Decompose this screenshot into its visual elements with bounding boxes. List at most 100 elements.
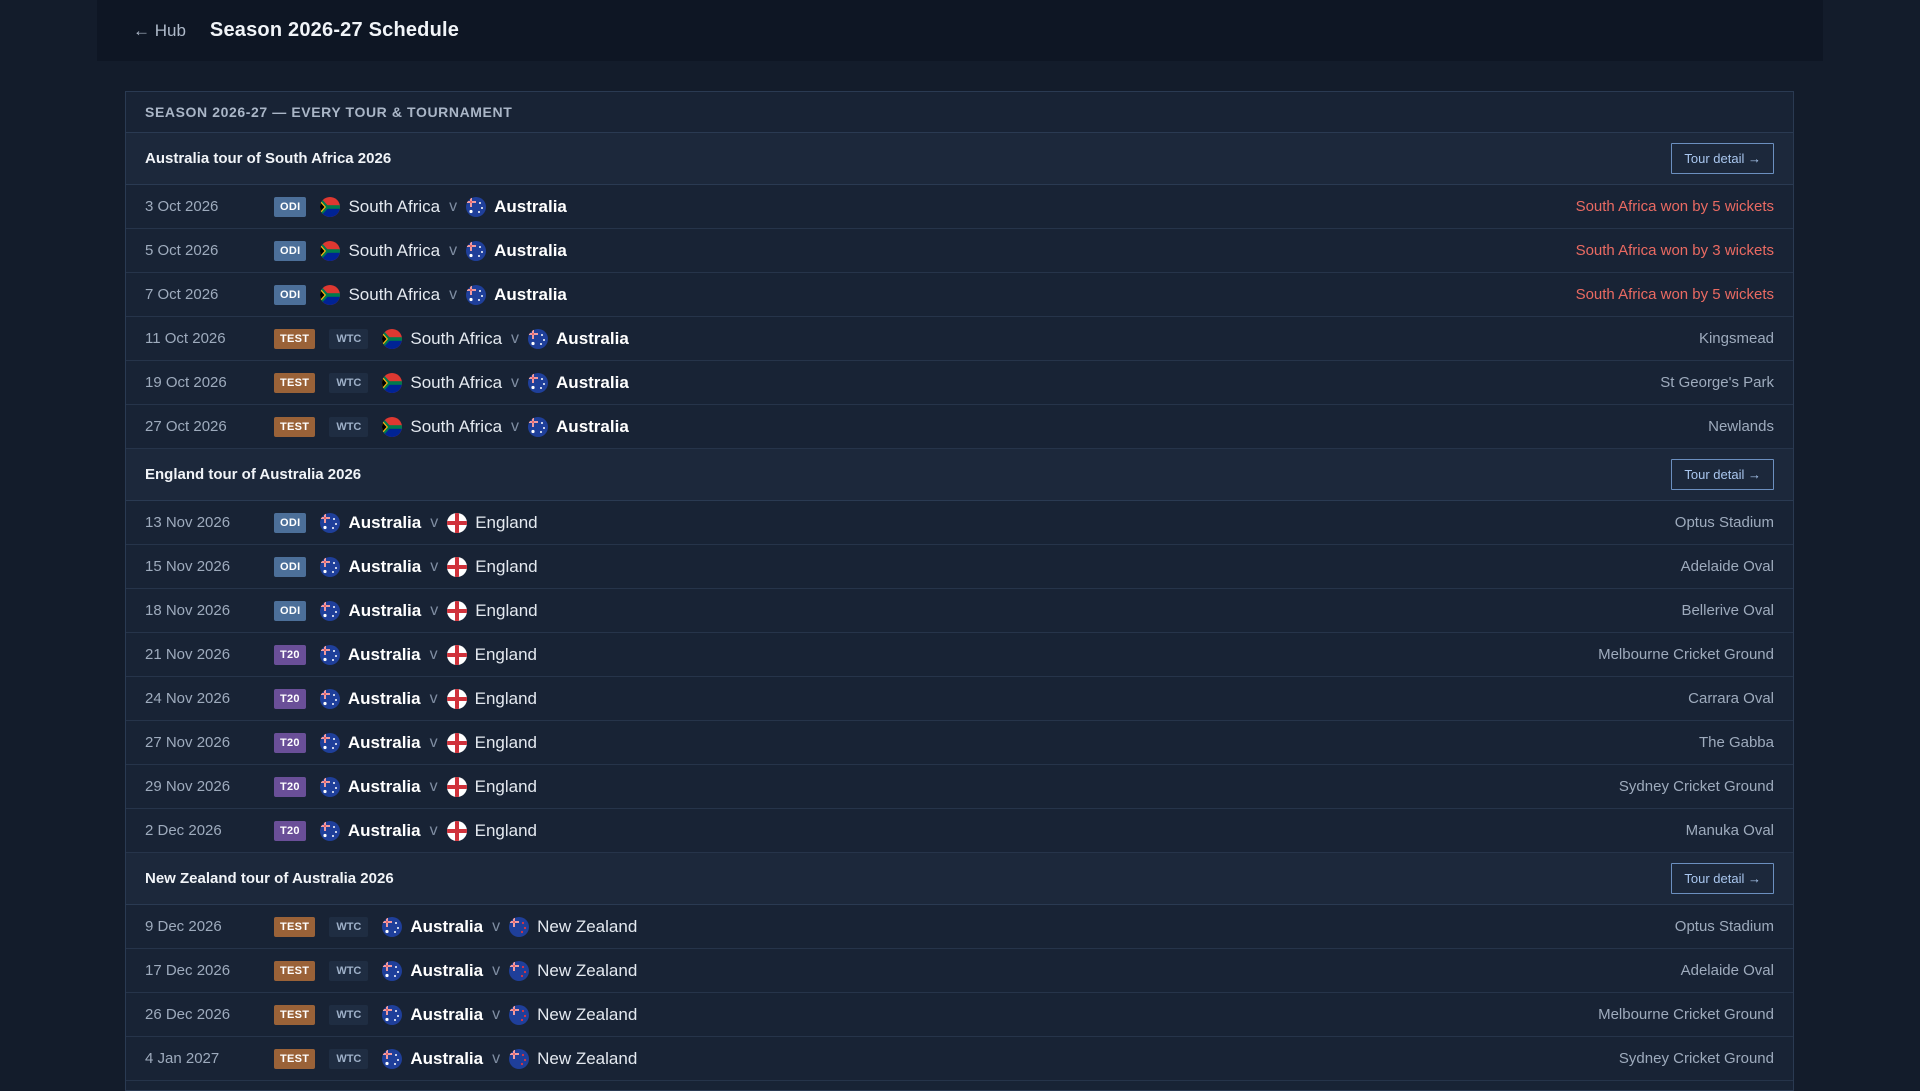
home-team[interactable]: South Africa xyxy=(410,373,502,393)
match-date: 15 Nov 2026 xyxy=(145,558,231,575)
wtc-badge: WTC xyxy=(329,416,369,437)
match-date: 7 Oct 2026 xyxy=(145,286,219,303)
away-team[interactable]: England xyxy=(475,557,537,577)
format-badge: ODI xyxy=(274,284,307,305)
match-date: 5 Oct 2026 xyxy=(145,242,219,259)
new-zealand-flag-icon xyxy=(509,916,530,937)
home-team[interactable]: Australia xyxy=(348,513,421,533)
tour-detail-button[interactable]: Tour detail → xyxy=(1671,143,1774,174)
match-result: South Africa won by 3 wickets xyxy=(1575,242,1774,259)
home-team[interactable]: South Africa xyxy=(348,197,440,217)
match-row[interactable]: 21 Nov 2026 T20 Australia v England Melbourne… xyxy=(126,633,1793,677)
match-date: 17 Dec 2026 xyxy=(145,962,231,979)
home-team[interactable]: Australia xyxy=(410,1005,483,1025)
match-row[interactable]: 4 Jan 2027 TEST WTC Australia v New Zealand Sy… xyxy=(126,1037,1793,1081)
away-team[interactable]: New Zealand xyxy=(537,1049,637,1069)
australia-flag-icon xyxy=(382,1048,403,1069)
australia-flag-icon xyxy=(528,328,549,349)
match-venue: Manuka Oval xyxy=(1685,822,1774,839)
home-team[interactable]: South Africa xyxy=(410,417,502,437)
home-team[interactable]: Australia xyxy=(348,645,421,665)
australia-flag-icon xyxy=(320,600,341,621)
match-row[interactable]: 27 Oct 2026 TEST WTC South Africa v Australia… xyxy=(126,405,1793,449)
format-badge: T20 xyxy=(274,644,306,665)
home-team[interactable]: Australia xyxy=(348,557,421,577)
match-venue: Sydney Cricket Ground xyxy=(1618,1050,1774,1067)
match-row[interactable]: 19 Oct 2026 TEST WTC South Africa v Australia… xyxy=(126,361,1793,405)
away-team[interactable]: New Zealand xyxy=(537,1005,637,1025)
match-date: 29 Nov 2026 xyxy=(145,778,231,795)
match-date: 19 Oct 2026 xyxy=(145,374,227,391)
away-team[interactable]: England xyxy=(475,689,537,709)
versus-label: v xyxy=(492,1005,501,1023)
match-venue: Kingsmead xyxy=(1698,330,1774,347)
australia-flag-icon xyxy=(466,284,487,305)
match-date: 27 Oct 2026 xyxy=(145,418,227,435)
home-team[interactable]: Australia xyxy=(410,1049,483,1069)
away-team[interactable]: England xyxy=(475,733,537,753)
away-team[interactable]: Australia xyxy=(556,373,629,393)
home-team[interactable]: Australia xyxy=(410,917,483,937)
australia-flag-icon xyxy=(528,416,549,437)
match-row[interactable]: 9 Dec 2026 TEST WTC Australia v New Zealand Op… xyxy=(126,905,1793,949)
match-row[interactable]: 7 Oct 2026 ODI South Africa v Australia South… xyxy=(126,273,1793,317)
match-row[interactable]: 17 Dec 2026 TEST WTC Australia v New Zealand A… xyxy=(126,949,1793,993)
match-venue: Adelaide Oval xyxy=(1680,558,1774,575)
away-team[interactable]: Australia xyxy=(556,417,629,437)
tour-detail-button[interactable]: Tour detail → xyxy=(1671,863,1774,894)
away-team[interactable]: England xyxy=(475,513,537,533)
england-flag-icon xyxy=(447,512,468,533)
versus-label: v xyxy=(449,197,458,215)
match-date: 3 Oct 2026 xyxy=(145,198,219,215)
tour-detail-button[interactable]: Tour detail → xyxy=(1671,459,1774,490)
away-team[interactable]: Australia xyxy=(494,197,567,217)
home-team[interactable]: Australia xyxy=(348,689,421,709)
match-row[interactable]: 11 Oct 2026 TEST WTC South Africa v Australia… xyxy=(126,317,1793,361)
page-title: Season 2026‑27 Schedule xyxy=(209,19,460,41)
match-row[interactable]: 18 Nov 2026 ODI Australia v England Bellerive… xyxy=(126,589,1793,633)
home-team[interactable]: South Africa xyxy=(348,285,440,305)
match-row[interactable]: 26 Dec 2026 TEST WTC Australia v New Zealand M… xyxy=(126,993,1793,1037)
format-badge: TEST xyxy=(274,328,316,349)
home-team[interactable]: Australia xyxy=(348,777,421,797)
home-team[interactable]: South Africa xyxy=(348,241,440,261)
australia-flag-icon xyxy=(466,240,487,261)
australia-flag-icon xyxy=(319,776,340,797)
away-team[interactable]: England xyxy=(475,645,537,665)
home-team[interactable]: Australia xyxy=(348,733,421,753)
match-row[interactable]: 24 Nov 2026 T20 Australia v England Carrara O… xyxy=(126,677,1793,721)
away-team[interactable]: New Zealand xyxy=(537,917,637,937)
home-team[interactable]: Australia xyxy=(410,961,483,981)
away-team[interactable]: Australia xyxy=(494,241,567,261)
match-row[interactable]: 27 Nov 2026 T20 Australia v England The Gabba xyxy=(126,721,1793,765)
versus-label: v xyxy=(449,241,458,259)
match-venue: St George's Park xyxy=(1660,374,1774,391)
format-badge: TEST xyxy=(274,372,316,393)
away-team[interactable]: Australia xyxy=(494,285,567,305)
match-row[interactable]: 3 Oct 2026 ODI South Africa v Australia South… xyxy=(126,185,1793,229)
home-team[interactable]: South Africa xyxy=(410,329,502,349)
match-row[interactable]: 5 Oct 2026 ODI South Africa v Australia South… xyxy=(126,229,1793,273)
england-flag-icon xyxy=(446,820,467,841)
match-venue: Adelaide Oval xyxy=(1680,962,1774,979)
home-team[interactable]: Australia xyxy=(348,601,421,621)
back-to-hub-link[interactable]: ← Hub xyxy=(133,21,186,41)
england-flag-icon xyxy=(447,600,468,621)
format-badge: ODI xyxy=(274,556,307,577)
match-row[interactable]: 13 Nov 2026 ODI Australia v England Optus Sta… xyxy=(126,501,1793,545)
away-team[interactable]: Australia xyxy=(556,329,629,349)
match-date: 27 Nov 2026 xyxy=(145,734,231,751)
away-team[interactable]: England xyxy=(475,601,537,621)
england-flag-icon xyxy=(447,556,468,577)
match-row[interactable]: 2 Dec 2026 T20 Australia v England Manuka Ova… xyxy=(126,809,1793,853)
match-row[interactable]: 15 Nov 2026 ODI Australia v England Adelaide … xyxy=(126,545,1793,589)
australia-flag-icon xyxy=(382,1004,403,1025)
away-team[interactable]: New Zealand xyxy=(537,961,637,981)
match-venue: Bellerive Oval xyxy=(1681,602,1774,619)
match-row[interactable]: 29 Nov 2026 T20 Australia v England Sydney Cr… xyxy=(126,765,1793,809)
tour-list: Australia tour of South Africa 2026 Tour … xyxy=(126,133,1793,1081)
away-team[interactable]: England xyxy=(475,821,537,841)
away-team[interactable]: England xyxy=(475,777,537,797)
home-team[interactable]: Australia xyxy=(348,821,421,841)
versus-label: v xyxy=(429,645,438,663)
